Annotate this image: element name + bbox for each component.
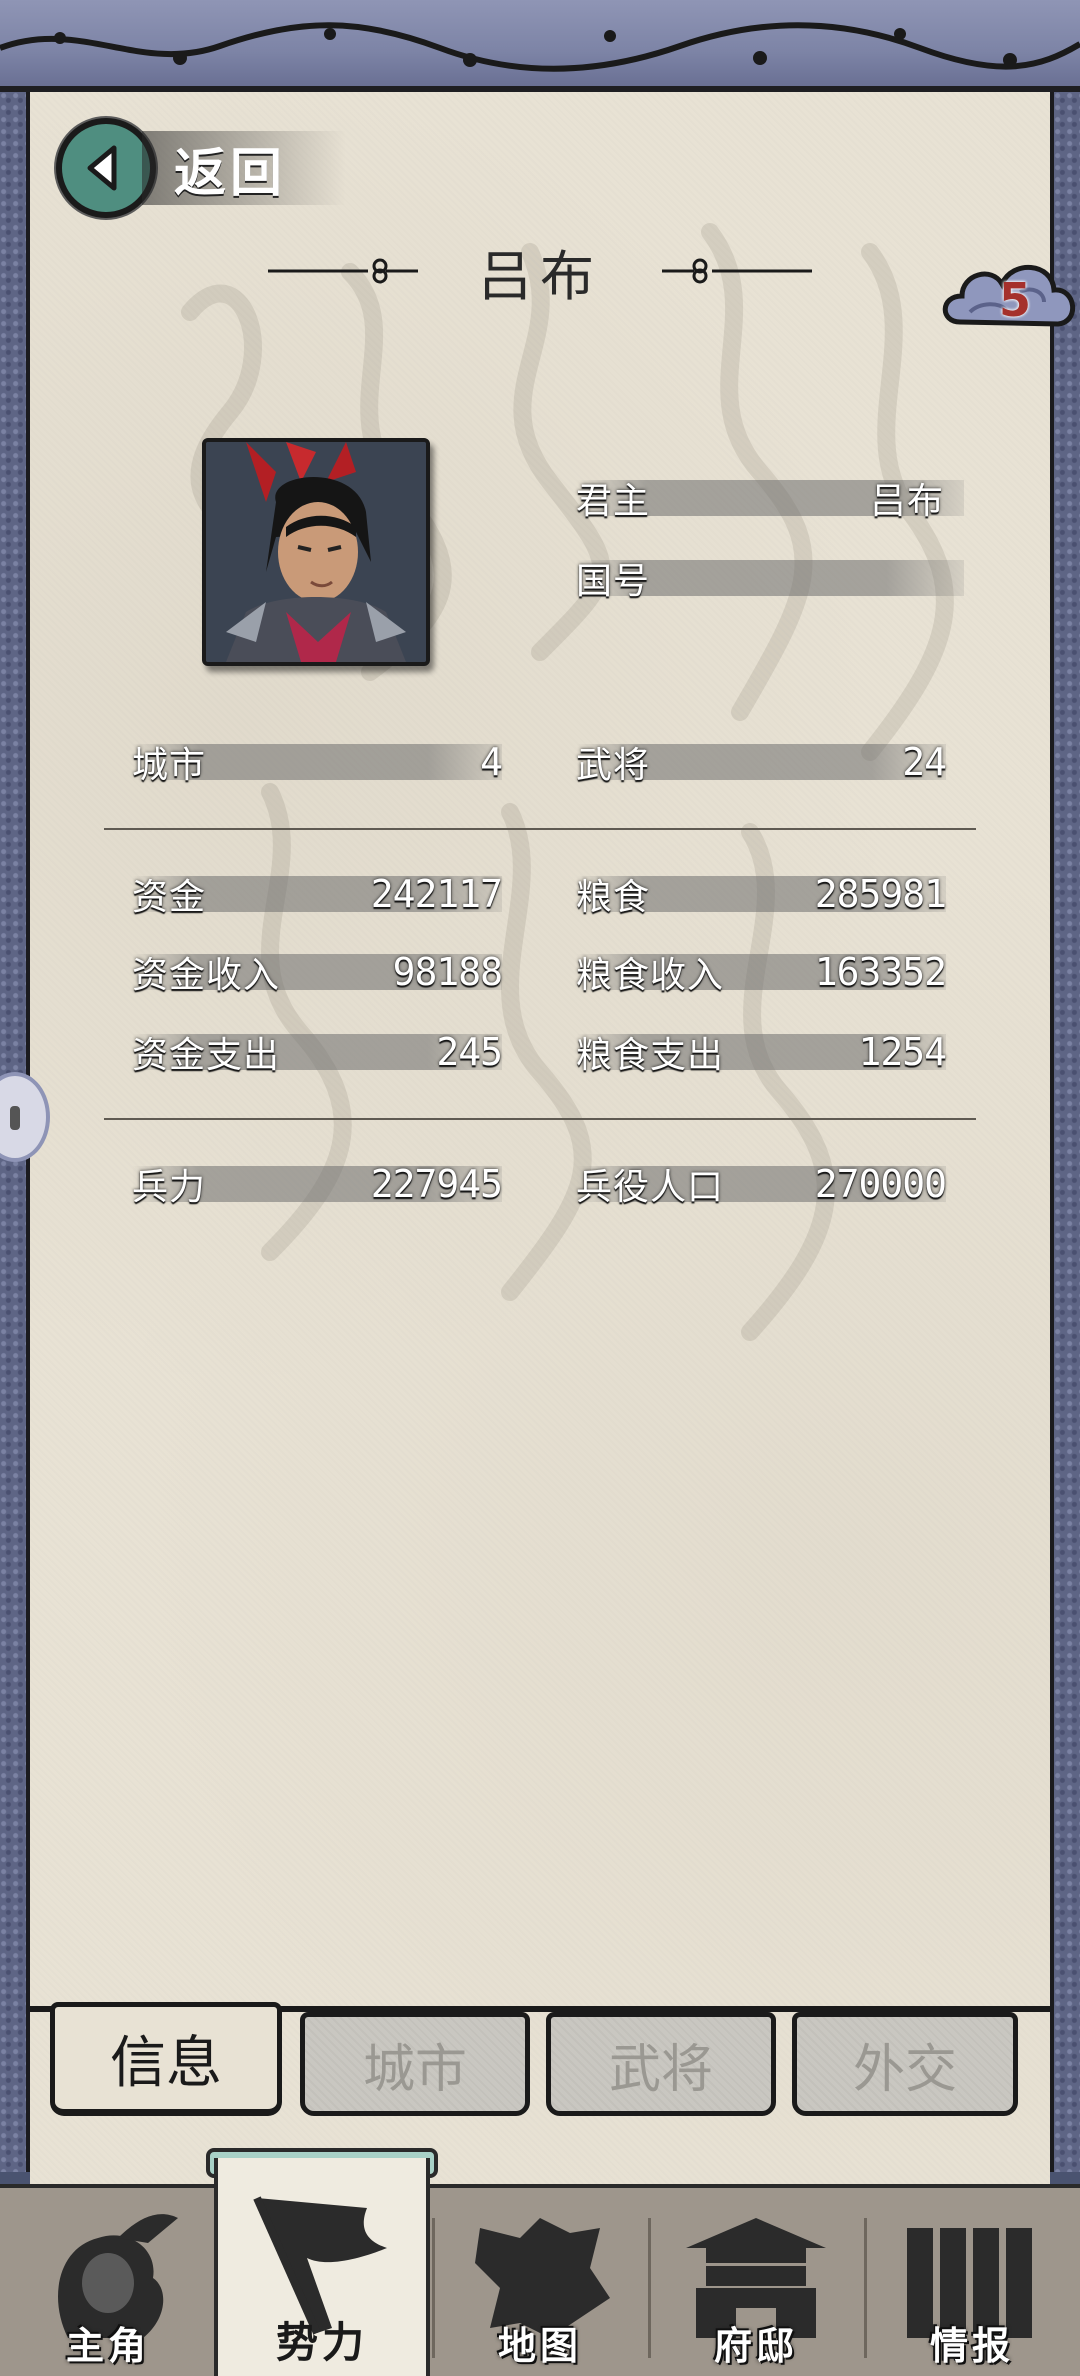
- tab-bar: 信息 城市 武将 外交: [30, 1998, 1050, 2118]
- funds-income-value: 98188: [392, 950, 503, 994]
- nav-mansion[interactable]: 府邸: [648, 2188, 864, 2376]
- stat-funds: 资金 242117: [132, 872, 503, 918]
- nav-label: 势力: [275, 2318, 368, 2367]
- nav-protagonist[interactable]: 主角: [0, 2188, 216, 2376]
- notification-cloud-badge[interactable]: 5: [940, 252, 1080, 348]
- troops-label: 兵力: [132, 1167, 207, 1208]
- tab-diplomacy[interactable]: 外交: [792, 2012, 1018, 2116]
- cities-value: 4: [480, 740, 503, 784]
- funds-expense-value: 245: [436, 1030, 503, 1074]
- title-row: 吕布: [0, 236, 1080, 308]
- stat-generals: 武将 24: [576, 740, 947, 786]
- nav-label: 主角: [65, 2324, 150, 2368]
- country-label: 国号: [576, 561, 651, 602]
- title-ornament-right-icon: [662, 258, 812, 284]
- ruler-row: 君主 吕布: [576, 478, 964, 522]
- nav-label: 地图: [497, 2324, 582, 2368]
- nav-map[interactable]: 地图: [432, 2188, 648, 2376]
- funds-income-label: 资金收入: [132, 955, 281, 996]
- back-label: 返回: [174, 143, 287, 204]
- food-expense-label: 粮食支出: [576, 1035, 725, 1076]
- generals-label: 武将: [576, 745, 651, 786]
- country-row: 国号: [576, 558, 964, 602]
- food-expense-value: 1254: [858, 1030, 947, 1074]
- funds-expense-label: 资金支出: [132, 1035, 281, 1076]
- stat-troops: 兵力 227945: [132, 1162, 503, 1208]
- food-income-label: 粮食收入: [576, 955, 725, 996]
- stat-funds-income: 资金收入 98188: [132, 950, 503, 996]
- funds-label: 资金: [132, 877, 207, 918]
- ruler-label: 君主: [576, 481, 651, 522]
- floral-pattern-icon: [0, 22, 1080, 72]
- conscript-label: 兵役人口: [576, 1167, 725, 1208]
- bottom-nav: 主角 势力 地图 府邸 情报: [0, 2158, 1080, 2376]
- back-button[interactable]: 返回: [56, 118, 347, 218]
- food-value: 285981: [814, 872, 947, 916]
- right-frame: [1050, 92, 1080, 2172]
- divider: [104, 828, 976, 830]
- generals-value: 24: [902, 740, 947, 784]
- stat-funds-expense: 资金支出 245: [132, 1030, 503, 1076]
- tab-cities[interactable]: 城市: [300, 2012, 530, 2116]
- tab-generals[interactable]: 武将: [546, 2012, 776, 2116]
- funds-value: 242117: [370, 872, 503, 916]
- stat-food: 粮食 285981: [576, 872, 947, 918]
- badge-count: 5: [998, 273, 1031, 327]
- ruler-value: 吕布: [869, 481, 944, 522]
- portrait-icon: [206, 442, 426, 662]
- food-label: 粮食: [576, 877, 651, 918]
- nav-intel[interactable]: 情报: [864, 2188, 1080, 2376]
- stat-conscript: 兵役人口 270000: [576, 1162, 947, 1208]
- top-decorative-band: [0, 0, 1080, 92]
- troops-value: 227945: [370, 1162, 503, 1206]
- stat-cities: 城市 4: [132, 740, 503, 786]
- divider: [104, 1118, 976, 1120]
- cities-label: 城市: [132, 745, 207, 786]
- nav-label: 情报: [929, 2324, 1014, 2368]
- back-arrow-icon: [56, 118, 156, 218]
- tab-info[interactable]: 信息: [50, 2002, 282, 2116]
- food-income-value: 163352: [814, 950, 947, 994]
- conscript-value: 270000: [814, 1162, 947, 1206]
- stat-food-income: 粮食收入 163352: [576, 950, 947, 996]
- stat-food-expense: 粮食支出 1254: [576, 1030, 947, 1076]
- content-panel: [30, 92, 1050, 2184]
- page-title: 吕布: [478, 244, 602, 308]
- calligraphy-background-icon: [181, 223, 954, 1341]
- nav-label: 府邸: [713, 2324, 798, 2368]
- nav-faction[interactable]: 势力: [214, 2158, 430, 2376]
- avatar[interactable]: [202, 438, 430, 666]
- title-ornament-left-icon: [268, 258, 418, 284]
